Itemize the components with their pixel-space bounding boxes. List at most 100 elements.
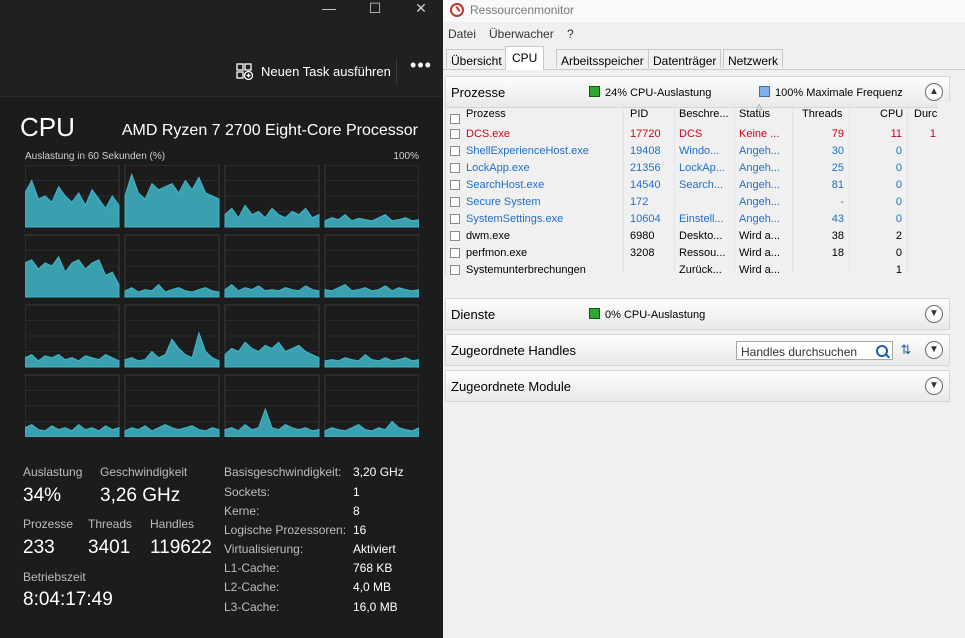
process-name-cell: Systemunterbrechungen bbox=[466, 264, 586, 275]
expand-handles-button[interactable]: ▼ bbox=[925, 341, 943, 359]
base-speed-value: 3,20 GHz bbox=[353, 465, 404, 479]
column-status[interactable]: Status bbox=[739, 108, 770, 120]
row-checkbox[interactable] bbox=[450, 248, 460, 258]
menu-bar: Datei Überwacher ? bbox=[443, 24, 965, 44]
row-checkbox[interactable] bbox=[450, 231, 460, 241]
tab-bar: Übersicht CPU Arbeitsspeicher Datenträge… bbox=[443, 45, 965, 70]
core-graph bbox=[224, 304, 320, 368]
column-average-cpu[interactable]: Durc bbox=[914, 108, 937, 120]
row-checkbox[interactable] bbox=[450, 214, 460, 224]
new-task-label: Neuen Task ausführen bbox=[261, 63, 391, 79]
status-cell: Wird a... bbox=[739, 230, 780, 242]
expand-services-button[interactable]: ▼ bbox=[925, 305, 943, 323]
row-checkbox[interactable] bbox=[450, 163, 460, 173]
utilization-label: Auslastung bbox=[23, 465, 83, 479]
processes-label: Prozesse bbox=[23, 517, 74, 531]
pid-cell: 10604 bbox=[630, 213, 661, 225]
close-button[interactable]: ✕ bbox=[398, 0, 444, 20]
virtualization-label: Virtualisierung: bbox=[224, 542, 304, 556]
threads-cell: 81 bbox=[831, 179, 844, 191]
cpu-cell: 0 bbox=[895, 247, 902, 259]
tab-cpu[interactable]: CPU bbox=[505, 46, 545, 70]
status-cell: Angeh... bbox=[739, 179, 780, 191]
services-section-header[interactable]: Dienste 0% CPU-Auslastung ▼ bbox=[445, 298, 950, 330]
services-usage-indicator-icon bbox=[589, 308, 600, 319]
row-checkbox[interactable] bbox=[450, 197, 460, 207]
description-cell: Deskto... bbox=[679, 230, 723, 242]
row-checkbox[interactable] bbox=[450, 146, 460, 156]
processes-section-title: Prozesse bbox=[451, 85, 506, 100]
tab-overview[interactable]: Übersicht bbox=[446, 49, 507, 68]
minimize-button[interactable]: — bbox=[306, 0, 352, 20]
maximize-button[interactable]: ☐ bbox=[352, 0, 398, 20]
column-description[interactable]: Beschre... bbox=[679, 108, 729, 120]
column-cpu[interactable]: CPU bbox=[880, 108, 903, 120]
core-graph bbox=[25, 234, 120, 298]
sockets-value: 1 bbox=[353, 485, 360, 499]
core-graph bbox=[124, 304, 220, 368]
expand-modules-button[interactable]: ▼ bbox=[925, 377, 943, 395]
sockets-label: Sockets: bbox=[224, 485, 271, 499]
description-cell: Ressou... bbox=[679, 247, 726, 259]
column-process[interactable]: Prozess bbox=[466, 108, 506, 120]
processes-max-frequency-text: 100% Maximale Frequenz bbox=[775, 87, 903, 99]
core-graph bbox=[324, 165, 419, 228]
pid-cell: 21356 bbox=[630, 162, 661, 174]
column-pid[interactable]: PID bbox=[630, 108, 648, 120]
process-name-cell: perfmon.exe bbox=[466, 247, 528, 259]
graph-max-label: 100% bbox=[393, 151, 419, 162]
services-cpu-usage-text: 0% CPU-Auslastung bbox=[605, 309, 706, 321]
l2-cache-label: L2-Cache: bbox=[224, 580, 280, 594]
search-icon[interactable] bbox=[876, 345, 888, 357]
l2-cache-value: 4,0 MB bbox=[353, 580, 392, 594]
refresh-icon[interactable]: ⇅ bbox=[897, 341, 915, 359]
table-row[interactable]: SearchHost.exe 14540 Search... Angeh... 81 0 bbox=[446, 177, 939, 194]
speed-value: 3,26 GHz bbox=[100, 485, 181, 506]
cpu-cell: 0 bbox=[895, 213, 902, 225]
table-row[interactable]: LockApp.exe 21356 LockAp... Angeh... 25 0 bbox=[446, 160, 939, 177]
tab-disk[interactable]: Datenträger bbox=[648, 49, 722, 68]
modules-section-header[interactable]: Zugeordnete Module ▼ bbox=[445, 370, 950, 402]
description-cell: DCS bbox=[679, 128, 703, 140]
column-threads[interactable]: Threads bbox=[802, 108, 842, 120]
uptime-label: Betriebszeit bbox=[23, 570, 86, 584]
pid-cell: 17720 bbox=[630, 128, 661, 140]
table-row[interactable]: ShellExperienceHost.exe 19408 Windo... Ange… bbox=[446, 143, 939, 160]
table-row[interactable]: DCS.exe 17720 DCS Keine ... 79 11 1 bbox=[446, 126, 939, 143]
modules-section-title: Zugeordnete Module bbox=[451, 379, 571, 394]
more-options-button[interactable]: ••• bbox=[410, 56, 432, 80]
table-row[interactable]: SystemSettings.exe 10604 Einstell... Angeh.… bbox=[446, 211, 939, 228]
table-row[interactable]: perfmon.exe 3208 Ressou... Wird a... 18 0 bbox=[446, 245, 939, 262]
row-checkbox[interactable] bbox=[450, 265, 460, 275]
core-graph bbox=[124, 165, 220, 228]
select-all-checkbox[interactable] bbox=[450, 114, 460, 124]
sort-arrow-icon: △ bbox=[756, 102, 763, 111]
status-cell: Angeh... bbox=[739, 213, 780, 225]
max-frequency-indicator-icon bbox=[759, 86, 770, 97]
cores-label: Kerne: bbox=[224, 504, 260, 518]
cpu-cell: 11 bbox=[890, 128, 902, 140]
row-checkbox[interactable] bbox=[450, 180, 460, 190]
table-row[interactable]: Secure System 172 Angeh... - 0 bbox=[446, 194, 939, 211]
pid-cell: 19408 bbox=[630, 145, 661, 157]
handles-search-input[interactable]: Handles durchsuchen bbox=[736, 341, 893, 360]
new-task-icon bbox=[236, 62, 253, 80]
core-graph bbox=[25, 304, 120, 368]
menu-help[interactable]: ? bbox=[567, 27, 574, 41]
row-checkbox[interactable] bbox=[450, 129, 460, 139]
status-cell: Angeh... bbox=[739, 162, 780, 174]
tab-network[interactable]: Netzwerk bbox=[723, 49, 784, 68]
table-row[interactable]: dwm.exe 6980 Deskto... Wird a... 38 2 bbox=[446, 228, 939, 245]
handles-value: 119622 bbox=[150, 537, 212, 558]
tab-memory[interactable]: Arbeitsspeicher bbox=[556, 49, 649, 68]
table-row[interactable]: Systemunterbrechungen Zurück... Wird a... 1 bbox=[446, 262, 939, 275]
speed-label: Geschwindigkeit bbox=[100, 465, 188, 479]
menu-file[interactable]: Datei bbox=[448, 27, 476, 41]
menu-monitor[interactable]: Überwacher bbox=[489, 27, 554, 41]
processes-scrollbar[interactable] bbox=[938, 102, 950, 275]
new-task-button[interactable]: Neuen Task ausführen bbox=[236, 60, 391, 82]
page-title: CPU bbox=[20, 112, 75, 142]
process-name-cell: Secure System bbox=[466, 196, 541, 208]
collapse-processes-button[interactable]: ▲ bbox=[925, 83, 943, 101]
pid-cell: 6980 bbox=[630, 230, 655, 242]
